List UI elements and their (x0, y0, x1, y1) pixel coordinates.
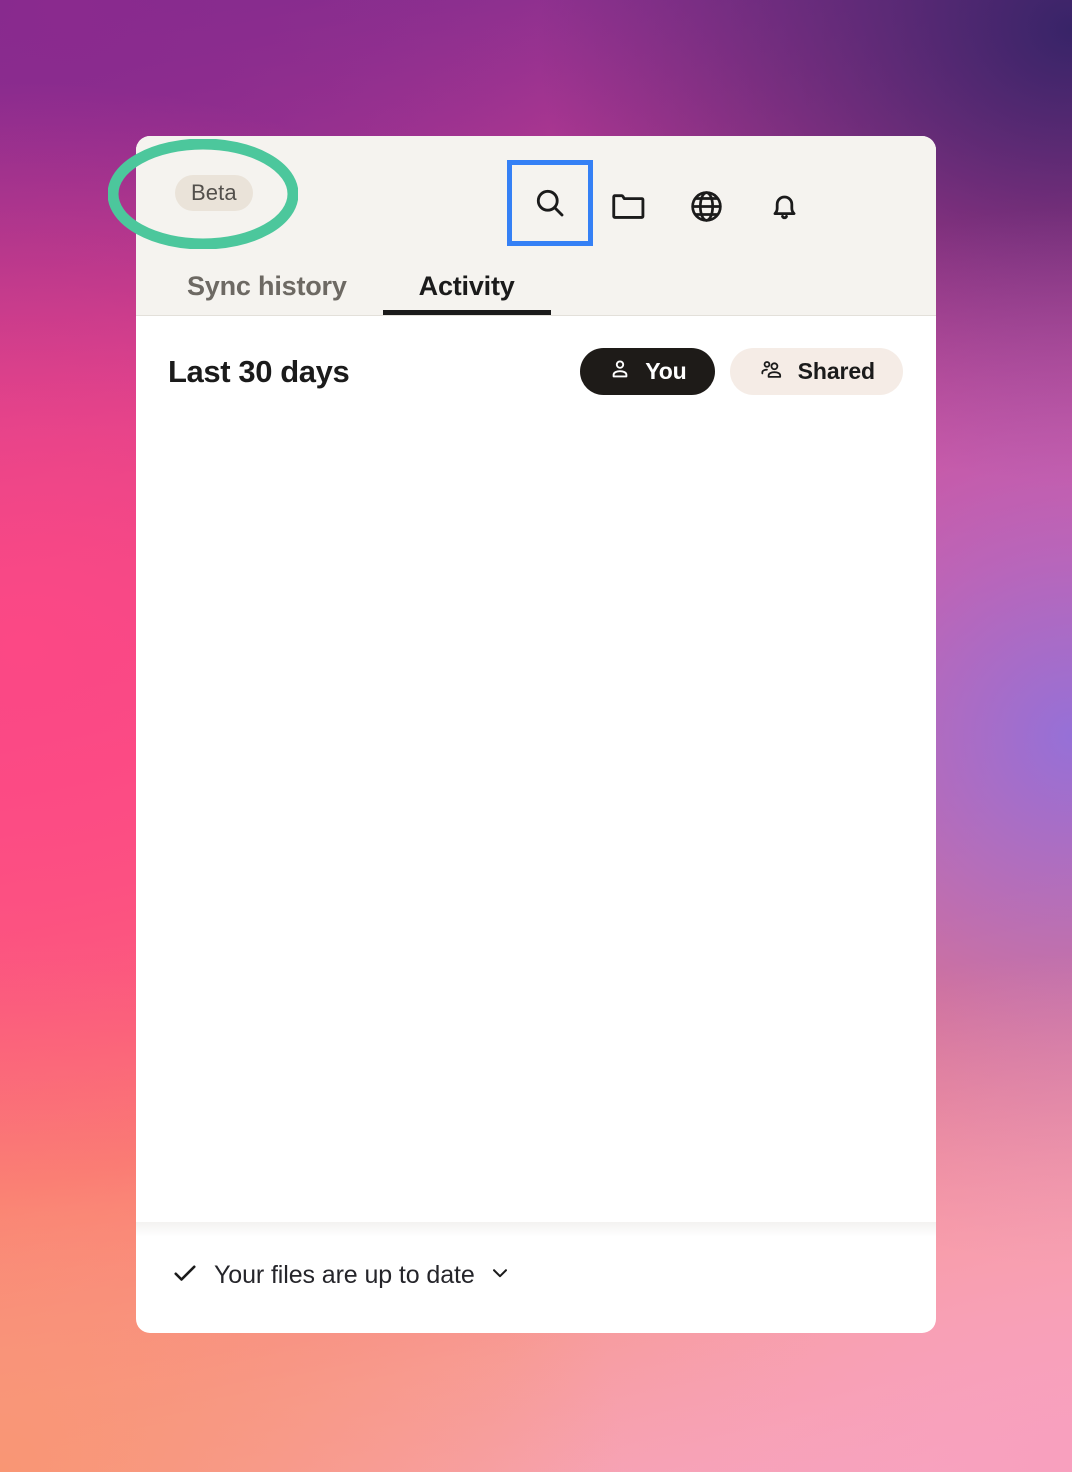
section-title: Last 30 days (168, 353, 350, 389)
header-tabs: Sync history Activity (136, 271, 551, 315)
content-header-row: Last 30 days You Shared (168, 348, 903, 395)
tab-activity[interactable]: Activity (382, 271, 551, 315)
filter-pill-you-label: You (645, 358, 687, 384)
bell-icon (766, 188, 803, 225)
dropbox-app-window: Beta Sync history Activity Last 30 days … (136, 136, 936, 1333)
activity-content-panel: Last 30 days You Shared (136, 316, 936, 1222)
status-bar-divider (136, 1222, 936, 1237)
app-header: Beta Sync history Activity (136, 136, 936, 316)
header-top-row: Beta (136, 136, 936, 258)
sync-status-text: Your files are up to date (214, 1260, 475, 1289)
tab-sync-history[interactable]: Sync history (151, 271, 383, 315)
sync-status-bar[interactable]: Your files are up to date (136, 1237, 936, 1313)
filter-pill-shared[interactable]: Shared (729, 348, 903, 395)
folder-icon (609, 187, 647, 225)
globe-icon (688, 188, 725, 225)
filter-pill-shared-label: Shared (797, 358, 875, 384)
notifications-icon-button[interactable] (745, 173, 823, 239)
people-icon (758, 357, 785, 387)
desktop-background: Beta Sync history Activity Last 30 days … (0, 0, 1072, 1472)
globe-icon-button[interactable] (667, 173, 745, 239)
search-icon-button[interactable] (507, 160, 593, 246)
filter-pill-group: You Shared (580, 348, 903, 395)
chevron-down-icon[interactable] (489, 1262, 511, 1289)
person-icon (608, 357, 632, 387)
checkmark-icon (170, 1258, 200, 1293)
header-icon-toolbar (507, 160, 823, 246)
search-icon (532, 185, 568, 221)
folder-icon-button[interactable] (589, 173, 667, 239)
filter-pill-you[interactable]: You (580, 348, 715, 395)
beta-badge: Beta (175, 175, 253, 211)
